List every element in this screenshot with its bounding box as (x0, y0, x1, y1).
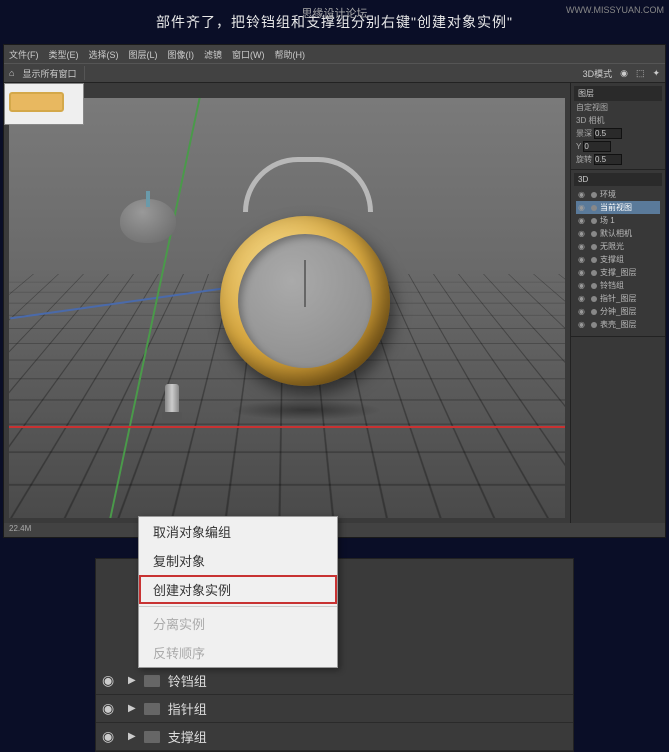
menu-select[interactable]: 选择(S) (89, 48, 119, 61)
secondary-view-thumb[interactable] (4, 83, 84, 125)
watermark-forum: 思缘设计论坛 (302, 5, 368, 21)
menu-reverse-order: 反转顺序 (139, 638, 337, 667)
panel-title-3d[interactable]: 3D (574, 173, 662, 186)
layer-row[interactable]: ◉ ▶ 铃铛组 (96, 667, 573, 695)
type-icon (591, 309, 597, 315)
expand-icon[interactable]: ▶ (128, 675, 136, 686)
menu-window[interactable]: 窗口(W) (232, 48, 265, 61)
prop-y-input[interactable] (583, 141, 611, 152)
mode-icon-2[interactable]: ⬚ (636, 68, 645, 79)
layer-name: 指针组 (168, 699, 207, 718)
visibility-icon[interactable]: ◉ (578, 229, 588, 239)
menu-create-instance[interactable]: 创建对象实例 (139, 575, 337, 604)
menu-type[interactable]: 类型(E) (49, 48, 79, 61)
layer-row[interactable]: ◉ ▶ 支撑组 (96, 723, 573, 751)
x-axis (9, 426, 565, 428)
tree-item[interactable]: ◉无限光 (576, 240, 660, 253)
tree-item[interactable]: ◉场 1 (576, 214, 660, 227)
visibility-icon[interactable]: ◉ (578, 307, 588, 317)
mode-icon-3[interactable]: ✦ (652, 68, 660, 79)
type-icon (591, 218, 597, 224)
menu-file[interactable]: 文件(F) (9, 48, 39, 61)
menu-help[interactable]: 帮助(H) (275, 48, 306, 61)
menu-separate-instance: 分离实例 (139, 609, 337, 638)
visibility-icon[interactable]: ◉ (578, 255, 588, 265)
prop-depth-label: 景深 (576, 128, 592, 139)
layer-name: 支撑组 (168, 727, 207, 746)
menu-bar[interactable]: 文件(F) 类型(E) 选择(S) 图层(L) 图像(I) 滤镜 窗口(W) 帮… (4, 45, 665, 63)
tree-item[interactable]: ◉默认相机 (576, 227, 660, 240)
panels-dock: 图层 自定视图 3D 相机 景深 Y 旋转 3D ◉环境 ◉当前视图 ◉场 1 … (570, 83, 665, 523)
expand-icon[interactable]: ▶ (128, 731, 136, 742)
type-icon (591, 192, 597, 198)
photoshop-window: 文件(F) 类型(E) 选择(S) 图层(L) 图像(I) 滤镜 窗口(W) 帮… (3, 44, 666, 538)
prop-y-label: Y (576, 142, 581, 151)
tree-item[interactable]: ◉支撑组 (576, 253, 660, 266)
folder-icon (144, 675, 160, 687)
visibility-icon[interactable]: ◉ (578, 242, 588, 252)
panel-title-layers[interactable]: 图层 (574, 86, 662, 101)
tree-item[interactable]: ◉分钟_图层 (576, 305, 660, 318)
visibility-toggle-icon[interactable]: ◉ (102, 700, 120, 717)
visibility-icon[interactable]: ◉ (578, 294, 588, 304)
tree-item[interactable]: ◉支撑_图层 (576, 266, 660, 279)
tree-item[interactable]: ◉表壳_图层 (576, 318, 660, 331)
menu-separator (139, 606, 337, 607)
properties-panel: 图层 自定视图 3D 相机 景深 Y 旋转 (571, 83, 665, 170)
folder-icon (144, 731, 160, 743)
viewport-canvas[interactable] (9, 98, 565, 518)
prop-rot-label: 旋转 (576, 154, 592, 165)
visibility-icon[interactable]: ◉ (578, 203, 588, 213)
tree-item[interactable]: ◉当前视图 (576, 201, 660, 214)
prop-rot-input[interactable] (594, 154, 622, 165)
visibility-toggle-icon[interactable]: ◉ (102, 672, 120, 689)
show-windows[interactable]: 显示所有窗口 (22, 67, 76, 80)
type-icon (591, 231, 597, 237)
clock-peg[interactable] (165, 384, 179, 414)
clock-bell[interactable] (120, 199, 176, 243)
options-bar: ⌂ 显示所有窗口 3D模式 ◉ ⬚ ✦ (4, 63, 665, 83)
visibility-icon[interactable]: ◉ (578, 216, 588, 226)
workspace: 图层 自定视图 3D 相机 景深 Y 旋转 3D ◉环境 ◉当前视图 ◉场 1 … (4, 83, 665, 523)
menu-filter[interactable]: 滤镜 (204, 48, 222, 61)
menu-copy-object[interactable]: 复制对象 (139, 546, 337, 575)
visibility-toggle-icon[interactable]: ◉ (102, 728, 120, 745)
folder-icon (144, 703, 160, 715)
visibility-icon[interactable]: ◉ (578, 190, 588, 200)
type-icon (591, 257, 597, 263)
tree-item[interactable]: ◉铃铛组 (576, 279, 660, 292)
watermark-url: WWW.MISSYUAN.COM (566, 5, 664, 15)
3d-viewport[interactable] (4, 83, 570, 523)
visibility-icon[interactable]: ◉ (578, 268, 588, 278)
menu-image[interactable]: 图像(I) (168, 48, 195, 61)
menu-cancel-group[interactable]: 取消对象编组 (139, 517, 337, 546)
mode-icon-1[interactable]: ◉ (620, 68, 628, 79)
mode-label: 3D模式 (583, 67, 613, 80)
context-menu: 取消对象编组 复制对象 创建对象实例 分离实例 反转顺序 (138, 516, 338, 668)
expand-icon[interactable]: ▶ (128, 703, 136, 714)
type-icon (591, 283, 597, 289)
type-icon (591, 244, 597, 250)
type-icon (591, 270, 597, 276)
clock-body[interactable] (220, 216, 390, 386)
home-icon[interactable]: ⌂ (9, 68, 14, 78)
camera-dropdown[interactable]: 自定视图 (576, 102, 608, 113)
tree-item[interactable]: ◉指针_图层 (576, 292, 660, 305)
prop-depth-input[interactable] (594, 128, 622, 139)
visibility-icon[interactable]: ◉ (578, 281, 588, 291)
clock-face (238, 234, 372, 368)
menu-layer[interactable]: 图层(L) (129, 48, 158, 61)
clock-hand (304, 260, 306, 307)
3d-panel: 3D ◉环境 ◉当前视图 ◉场 1 ◉默认相机 ◉无限光 ◉支撑组 ◉支撑_图层… (571, 170, 665, 337)
layer-row[interactable]: ◉ ▶ 指针组 (96, 695, 573, 723)
separator (84, 66, 85, 80)
visibility-icon[interactable]: ◉ (578, 320, 588, 330)
type-icon (591, 205, 597, 211)
layer-name: 铃铛组 (168, 671, 207, 690)
tree-item[interactable]: ◉环境 (576, 188, 660, 201)
scene-tree[interactable]: ◉环境 ◉当前视图 ◉场 1 ◉默认相机 ◉无限光 ◉支撑组 ◉支撑_图层 ◉铃… (574, 186, 662, 333)
type-icon (591, 296, 597, 302)
coord-label: 3D 相机 (576, 115, 604, 126)
type-icon (591, 322, 597, 328)
